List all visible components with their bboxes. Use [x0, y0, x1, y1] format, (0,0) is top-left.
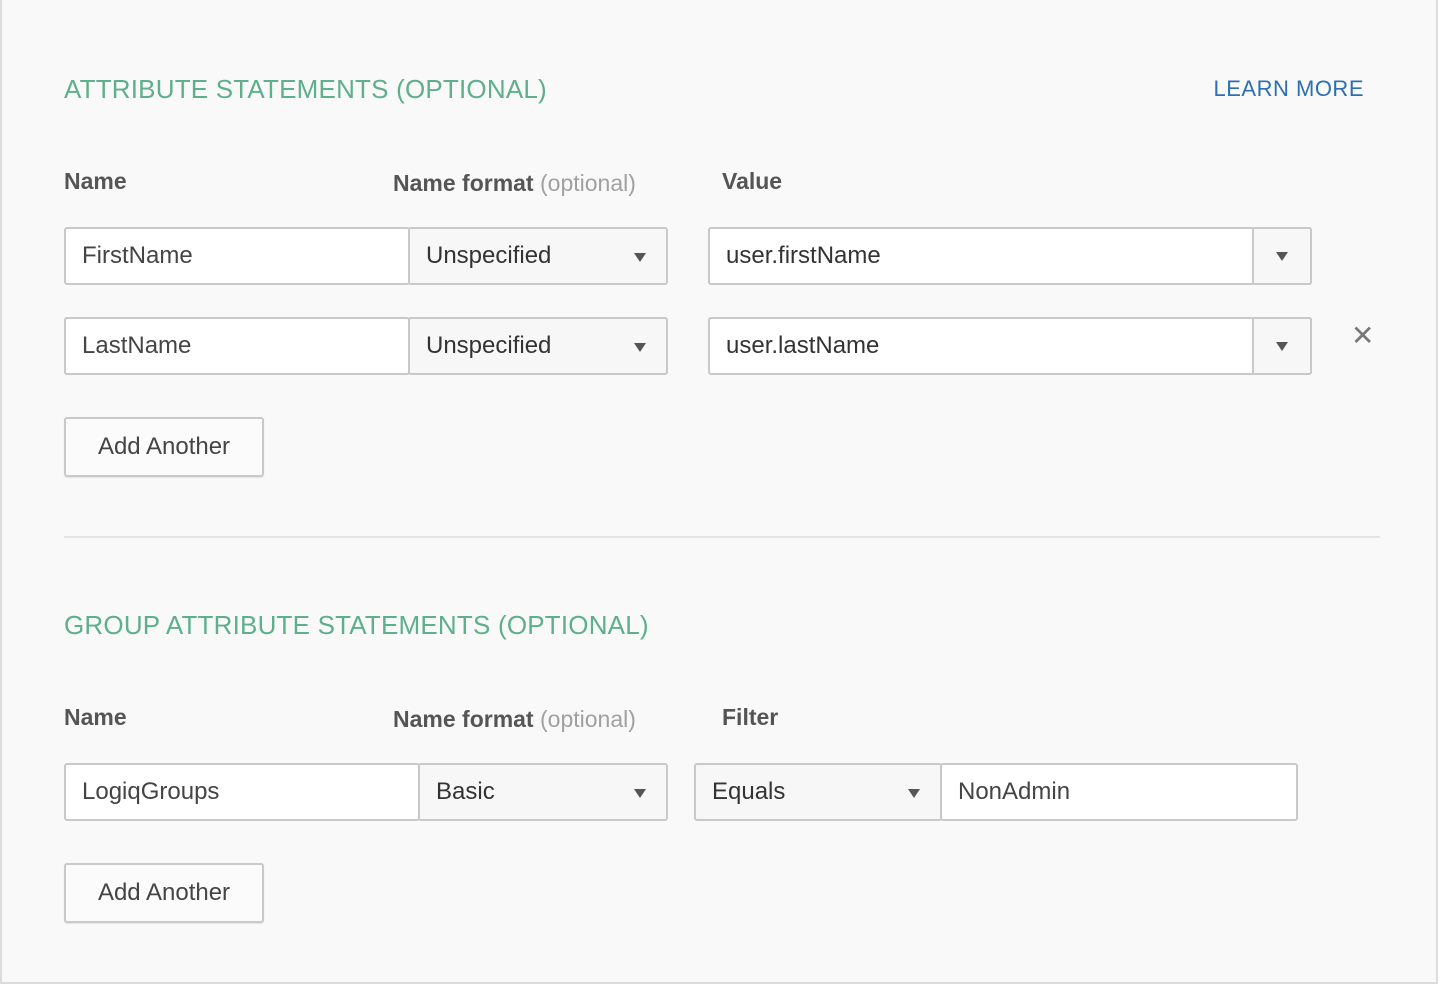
chevron-down-icon	[634, 343, 646, 352]
value-dropdown-button[interactable]	[1252, 317, 1312, 375]
column-label-name-format: Name format (optional)	[393, 706, 636, 733]
name-format-select[interactable]: Unspecified	[408, 227, 668, 285]
chevron-down-icon	[908, 789, 920, 798]
attribute-name-input[interactable]: LastName	[64, 317, 410, 375]
name-format-value: Basic	[436, 778, 495, 805]
optional-hint: (optional)	[540, 706, 636, 732]
filter-type-select[interactable]: Equals	[694, 763, 942, 821]
group-attribute-name-value: LogiqGroups	[82, 778, 220, 805]
name-format-label: Name format	[393, 170, 534, 196]
attribute-value-combobox[interactable]: user.firstName	[708, 227, 1312, 285]
optional-hint: (optional)	[540, 170, 636, 196]
name-format-label: Name format	[393, 706, 534, 732]
attribute-name-value: LastName	[82, 332, 192, 359]
attribute-value-text: user.lastName	[726, 332, 880, 359]
attribute-name-value: FirstName	[82, 242, 193, 269]
chevron-down-icon	[1276, 252, 1288, 261]
chevron-down-icon	[1276, 342, 1288, 351]
filter-type-value: Equals	[712, 778, 786, 805]
column-label-name-format: Name format (optional)	[393, 170, 636, 197]
group-attribute-name-input[interactable]: LogiqGroups	[64, 763, 420, 821]
column-label-name: Name	[64, 168, 127, 194]
section-divider	[64, 536, 1380, 538]
value-dropdown-button[interactable]	[1252, 227, 1312, 285]
add-another-group-attribute-button[interactable]: Add Another	[64, 863, 264, 923]
filter-value-text: NonAdmin	[958, 778, 1071, 805]
attribute-value-combobox[interactable]: user.lastName	[708, 317, 1312, 375]
group-name-format-select[interactable]: Basic	[418, 763, 668, 821]
chevron-down-icon	[634, 253, 646, 262]
column-label-filter: Filter	[722, 704, 779, 730]
filter-value-input[interactable]: NonAdmin	[940, 763, 1298, 821]
column-label-name: Name	[64, 704, 127, 730]
saml-settings-panel: ATTRIBUTE STATEMENTS (OPTIONAL) LEARN MO…	[0, 0, 1438, 984]
add-another-attribute-button[interactable]: Add Another	[64, 417, 264, 477]
attribute-statements-title: ATTRIBUTE STATEMENTS (OPTIONAL)	[64, 74, 547, 104]
learn-more-link[interactable]: LEARN MORE	[1214, 76, 1364, 102]
attribute-value-text: user.firstName	[726, 242, 881, 269]
name-format-value: Unspecified	[426, 332, 552, 359]
group-attribute-statements-title: GROUP ATTRIBUTE STATEMENTS (OPTIONAL)	[64, 610, 649, 640]
column-label-value: Value	[722, 168, 783, 194]
name-format-value: Unspecified	[426, 242, 552, 269]
close-icon[interactable]: ✕	[1351, 322, 1374, 350]
attribute-name-input[interactable]: FirstName	[64, 227, 410, 285]
name-format-select[interactable]: Unspecified	[408, 317, 668, 375]
chevron-down-icon	[634, 789, 646, 798]
